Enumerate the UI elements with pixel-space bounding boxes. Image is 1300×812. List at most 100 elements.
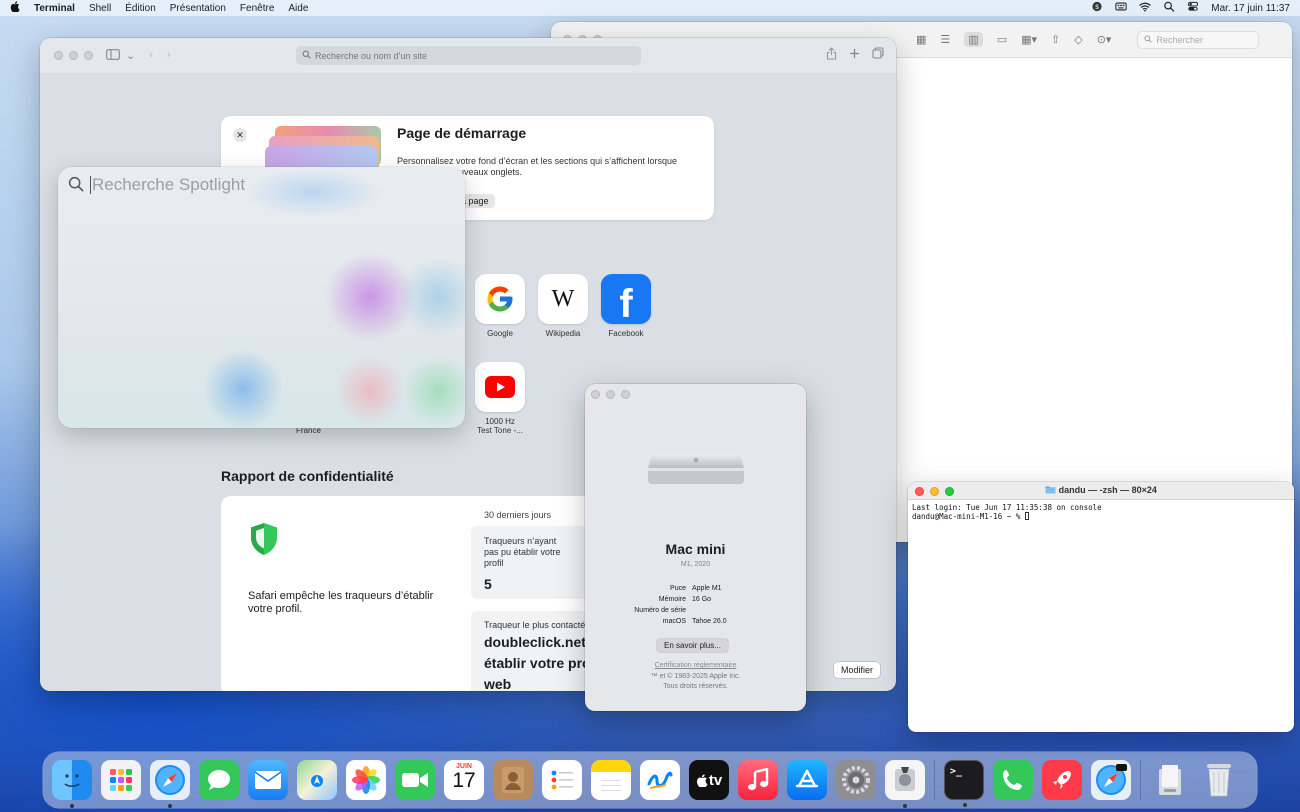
mac-model-name: Mac mini: [665, 541, 726, 557]
photos-icon[interactable]: [346, 760, 386, 800]
facetime-icon[interactable]: [395, 760, 435, 800]
favorite-1000hz-test-tone[interactable]: 1000 Hz Test Tone -...: [475, 362, 525, 435]
top-tracker-line2: établir votre pro: [484, 655, 591, 671]
group-icon[interactable]: ▦▾: [1021, 33, 1037, 46]
contacts-icon[interactable]: [493, 760, 533, 800]
gallery-view-icon[interactable]: ▭: [997, 33, 1007, 46]
safari-beta-icon[interactable]: [1091, 760, 1131, 800]
music-icon[interactable]: [738, 760, 778, 800]
tab-overview-icon[interactable]: [872, 47, 884, 63]
apple-tv-icon[interactable]: tv: [689, 760, 729, 800]
favorite-facebook[interactable]: f Facebook: [601, 274, 651, 338]
finder-search-placeholder: Rechercher: [1156, 34, 1203, 45]
dock-separator: [1140, 760, 1141, 800]
maps-icon[interactable]: [297, 760, 337, 800]
menu-fenetre[interactable]: Fenêtre: [240, 3, 274, 14]
finder-icon[interactable]: [52, 760, 92, 808]
spec-row: Puce Apple M1: [670, 585, 722, 592]
action-icon[interactable]: ⊙▾: [1097, 33, 1112, 46]
zoom-button[interactable]: [84, 51, 93, 60]
spotlight-search-icon[interactable]: [1163, 1, 1175, 15]
search-icon: [1144, 34, 1153, 45]
safari-icon[interactable]: [150, 760, 190, 808]
sidebar-toggle-icon[interactable]: [106, 49, 120, 63]
terminal-output[interactable]: Last login: Tue Jun 17 11:35:38 on conso…: [908, 500, 1294, 524]
share-icon[interactable]: [826, 47, 837, 63]
messages-icon[interactable]: [199, 760, 239, 800]
minimize-button[interactable]: [69, 51, 78, 60]
icon-view-icon[interactable]: ▦: [916, 33, 926, 46]
dock-separator: [934, 760, 935, 800]
trackers-blocked-box: Traqueurs n’ayant pas pu établir votre p…: [471, 526, 601, 599]
apple-menu-icon[interactable]: [10, 1, 20, 15]
trash-icon[interactable]: [1199, 760, 1239, 800]
spotlight-panel: Recherche Spotlight: [58, 167, 465, 428]
privacy-report-card[interactable]: Safari empêche les traqueurs d’établir v…: [221, 496, 601, 691]
spotlight-search-field[interactable]: Recherche Spotlight: [68, 175, 245, 195]
disk-utility-icon[interactable]: [885, 760, 925, 808]
facebook-icon: f: [601, 274, 651, 326]
folder-icon: [1045, 485, 1059, 495]
menu-presentation[interactable]: Présentation: [170, 3, 226, 14]
finder-search-field[interactable]: Rechercher: [1137, 30, 1260, 49]
search-icon: [68, 176, 84, 195]
privacy-period: 30 derniers jours: [484, 510, 552, 520]
close-button[interactable]: [54, 51, 63, 60]
close-icon[interactable]: ✕: [233, 128, 247, 142]
menu-aide[interactable]: Aide: [288, 3, 308, 14]
rocket-icon[interactable]: [1042, 760, 1082, 800]
system-settings-icon[interactable]: [836, 760, 876, 800]
address-placeholder: Recherche ou nom d’un site: [315, 50, 428, 61]
calendar-day: 17: [452, 769, 476, 792]
spec-row: macOS Tahoe 26.0: [662, 618, 727, 625]
app-store-icon[interactable]: [787, 760, 827, 800]
zoom-button[interactable]: [621, 390, 630, 399]
minimize-button[interactable]: [606, 390, 615, 399]
menu-shell[interactable]: Shell: [89, 3, 111, 14]
trackers-blocked-label: Traqueurs n’ayant pas pu établir votre p…: [484, 536, 561, 568]
forward-icon[interactable]: ›: [167, 49, 171, 63]
modify-button[interactable]: Modifier: [834, 662, 881, 678]
menubar-clock[interactable]: Mar. 17 juin 11:37: [1211, 3, 1290, 14]
favorite-google[interactable]: Google: [475, 274, 525, 338]
search-icon: [302, 50, 311, 61]
keyboard-icon[interactable]: [1115, 1, 1127, 15]
phone-icon[interactable]: [993, 760, 1033, 800]
chevron-down-icon[interactable]: ⌄: [126, 49, 135, 63]
share-icon[interactable]: ⇧: [1051, 33, 1060, 46]
spec-row: Mémoire 16 Go: [658, 596, 712, 603]
menu-edition[interactable]: Édition: [125, 3, 156, 14]
mail-icon[interactable]: [248, 760, 288, 800]
column-view-icon[interactable]: ▥: [964, 32, 983, 47]
copyright: ™ et © 1983-2025 Apple Inc. Tous droits …: [650, 673, 741, 690]
wikipedia-icon: W: [538, 274, 588, 324]
address-bar[interactable]: Recherche ou nom d’un site: [296, 46, 641, 65]
close-button[interactable]: [591, 390, 600, 399]
wifi-icon[interactable]: [1139, 1, 1151, 15]
downloads-icon[interactable]: [1150, 760, 1190, 800]
list-view-icon[interactable]: ☰: [940, 33, 950, 46]
reminders-icon[interactable]: [542, 760, 582, 800]
menu-app-terminal[interactable]: Terminal: [34, 3, 75, 14]
launchpad-icon[interactable]: [101, 760, 141, 800]
freeform-icon[interactable]: [640, 760, 680, 800]
status-app-icon[interactable]: $: [1091, 1, 1103, 15]
spotlight-placeholder: Recherche Spotlight: [92, 175, 246, 194]
more-info-button[interactable]: En savoir plus...: [657, 639, 728, 652]
terminal-titlebar: dandu — -zsh — 80×24: [908, 482, 1294, 500]
terminal-icon[interactable]: >_: [944, 760, 984, 807]
privacy-report-title: Rapport de confidentialité: [221, 468, 394, 484]
favorite-wikipedia[interactable]: W Wikipedia: [538, 274, 588, 338]
new-tab-icon[interactable]: [849, 47, 860, 63]
tag-icon[interactable]: ◇: [1074, 33, 1082, 46]
top-tracker-domain: doubleclick.net: [484, 634, 586, 650]
top-tracker-label: Traqueur le plus contacté: [484, 620, 586, 630]
regulatory-certification-link[interactable]: Certification réglementaire: [585, 662, 806, 669]
control-center-icon[interactable]: [1187, 1, 1199, 15]
youtube-icon: [475, 362, 525, 412]
google-icon: [475, 274, 525, 324]
about-window-controls: [591, 390, 630, 399]
back-icon[interactable]: ‹: [149, 49, 153, 63]
notes-icon[interactable]: [591, 760, 631, 800]
calendar-icon[interactable]: JUIN 17: [444, 760, 484, 800]
